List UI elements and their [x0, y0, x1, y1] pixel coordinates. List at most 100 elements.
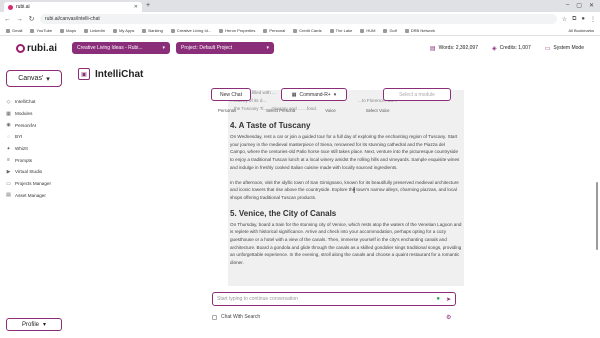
all-bookmarks[interactable]: All Bookmarks [568, 28, 594, 33]
bookmark-item[interactable]: Maps [60, 28, 76, 33]
sidebar-item-label: Asset Manager [15, 192, 46, 198]
browser-tab-bar: rubi.ai ✕ + – ▢ ✕ [0, 0, 600, 12]
browser-tab[interactable]: rubi.ai ✕ [4, 2, 142, 12]
bookmark-item[interactable]: Banking [142, 28, 163, 33]
project-select[interactable]: Project: Default Project ▾ [176, 42, 274, 54]
bookmark-star-icon[interactable]: ☆ [562, 16, 567, 23]
close-window-icon[interactable]: ✕ [589, 2, 594, 9]
bookmark-item[interactable]: The Lake [329, 28, 353, 33]
canvas-button[interactable]: Canvas' ▾ [6, 70, 62, 87]
sidebar-item-whizit[interactable]: ✦ WhizIt [6, 143, 51, 155]
reload-icon[interactable]: ↻ [28, 15, 35, 23]
sidebar-item-byi[interactable]: ◌ BYI [6, 131, 51, 143]
chat-toolbar: New Chat ▦ Command-R+ ▾ Select a module [211, 88, 451, 103]
persona-voice-bar: Personas Select Persona Voice Select Voi… [218, 108, 389, 113]
wand-icon: ✦ [6, 145, 11, 152]
bookmark-item[interactable]: My Apps [113, 28, 134, 33]
sidebar-item-personifai[interactable]: ◉ PersonifAI [6, 119, 51, 131]
header-stats: ▤ Words: 2,392,097 ◈ Credits: 1,007 ▭ Sy… [430, 45, 584, 52]
sidebar-item-label: BYI [15, 134, 23, 140]
bookmark-item[interactable]: Credit Cards [293, 28, 322, 33]
new-tab-icon[interactable]: + [146, 2, 150, 9]
bookmark-item[interactable]: HUM [360, 28, 375, 33]
sidebar-item-prompts[interactable]: ≡ Prompts [6, 154, 51, 166]
workspace-select-value: Creative Living Ideas - Rubi... [77, 45, 143, 51]
page-title: ▣ IntelliChat [78, 68, 143, 80]
bookmark-item[interactable]: Heron Properties [219, 28, 255, 33]
bookmark-label: DRB Network [410, 28, 436, 33]
section-paragraph: In the afternoon, visit the idyllic town… [230, 179, 459, 200]
persona-select[interactable]: Select Persona [266, 108, 295, 113]
bookmark-label: Gmail [12, 28, 23, 33]
sidebar-item-intellichat[interactable]: ◇ IntelliChat [6, 96, 51, 108]
new-chat-button[interactable]: New Chat [211, 88, 251, 101]
chat-transcript[interactable]: ...filled with ... ...reachy of its d...… [228, 90, 464, 286]
bookmark-item[interactable]: DRB Network [404, 28, 436, 33]
system-mode-toggle[interactable]: ▭ System Mode [545, 45, 584, 52]
bookmark-label: The Lake [335, 28, 353, 33]
menu-icon[interactable]: ⋮ [590, 16, 596, 23]
chevron-down-icon: ▾ [46, 75, 50, 83]
personas-label: Personas [218, 108, 237, 113]
chat-icon: ◇ [6, 98, 11, 105]
profile-label: Profile [21, 321, 39, 328]
extensions-icon[interactable]: ⧉ [572, 16, 576, 23]
tab-title: rubi.ai [16, 4, 30, 10]
studio-icon: ▶ [6, 168, 11, 175]
chevron-down-icon: ▾ [333, 91, 337, 98]
bookmark-item[interactable]: Personal [263, 28, 285, 33]
folder-icon: ▭ [6, 180, 11, 187]
minimize-icon[interactable]: – [566, 2, 569, 9]
bookmark-item[interactable]: YouTube [30, 28, 52, 33]
monitor-icon: ▭ [544, 45, 551, 52]
maximize-icon[interactable]: ▢ [576, 2, 582, 9]
bookmark-favicon-icon [329, 28, 334, 33]
logo-icon [16, 43, 25, 53]
settings-icon[interactable]: ⚙ [446, 314, 451, 321]
account-icon[interactable]: ● [581, 16, 585, 23]
bulb-icon: ◌ [7, 133, 10, 140]
send-icon[interactable]: ➤ [446, 296, 451, 303]
message-input[interactable]: Start typing to continue conversation ● … [212, 292, 456, 306]
module-select[interactable]: Select a module [383, 88, 451, 101]
url-input[interactable]: rubi.ai/canvas/intelli-chat [40, 14, 557, 24]
sidebar-item-projects-manager[interactable]: ▭ Projects Manager [6, 178, 51, 190]
logo-text: rubi.ai [27, 42, 58, 54]
favicon-icon [8, 4, 13, 10]
logo[interactable]: rubi.ai [16, 43, 66, 54]
bookmark-label: YouTube [36, 28, 53, 33]
bookmark-item[interactable]: Creative Living Id... [170, 28, 212, 33]
model-select[interactable]: ▦ Command-R+ ▾ [281, 88, 347, 101]
bookmark-label: My Apps [119, 28, 135, 33]
scrollbar[interactable] [596, 182, 598, 250]
bookmark-favicon-icon [6, 28, 10, 33]
chat-with-search-toggle[interactable]: Chat With Search [212, 314, 260, 320]
bookmark-item[interactable]: LinkedIn [83, 28, 105, 33]
model-select-value: Command-R+ [299, 91, 331, 98]
bookmark-favicon-icon [30, 28, 35, 33]
bookmark-favicon-icon [219, 28, 224, 33]
model-icon: ▦ [291, 91, 297, 98]
bookmark-favicon-icon [170, 28, 175, 33]
chevron-down-icon: ▾ [266, 45, 269, 51]
bookmark-item[interactable]: Gmail [6, 28, 22, 33]
bookmark-item[interactable]: Golf [383, 28, 397, 33]
words-icon: ▤ [429, 45, 436, 52]
workspace-select[interactable]: Creative Living Ideas - Rubi... ▾ [72, 42, 170, 54]
chat-message: 4. A Taste of Tuscany On Wednesday, rent … [230, 121, 462, 274]
bookmark-label: Creative Living Id... [176, 28, 212, 33]
back-icon[interactable]: ← [4, 16, 11, 23]
modules-icon: ▦ [6, 110, 11, 117]
chat-with-search-checkbox[interactable] [212, 314, 217, 320]
sidebar-item-modules[interactable]: ▦ Modules [6, 108, 51, 120]
bookmark-label: Golf [389, 28, 397, 33]
whatsapp-icon[interactable]: ● [436, 296, 440, 303]
forward-icon[interactable]: → [16, 16, 23, 23]
voice-select[interactable]: Select Voice [366, 108, 390, 113]
chevron-down-icon: ▾ [43, 322, 47, 328]
sidebar-item-virtual-studio[interactable]: ▶ Virtual Studio [6, 166, 51, 178]
close-tab-icon[interactable]: ✕ [134, 4, 138, 10]
sidebar-item-asset-manager[interactable]: ▤ Asset Manager [6, 190, 51, 202]
profile-button[interactable]: Profile ▾ [6, 318, 62, 331]
text-cursor-icon: I [353, 186, 356, 195]
